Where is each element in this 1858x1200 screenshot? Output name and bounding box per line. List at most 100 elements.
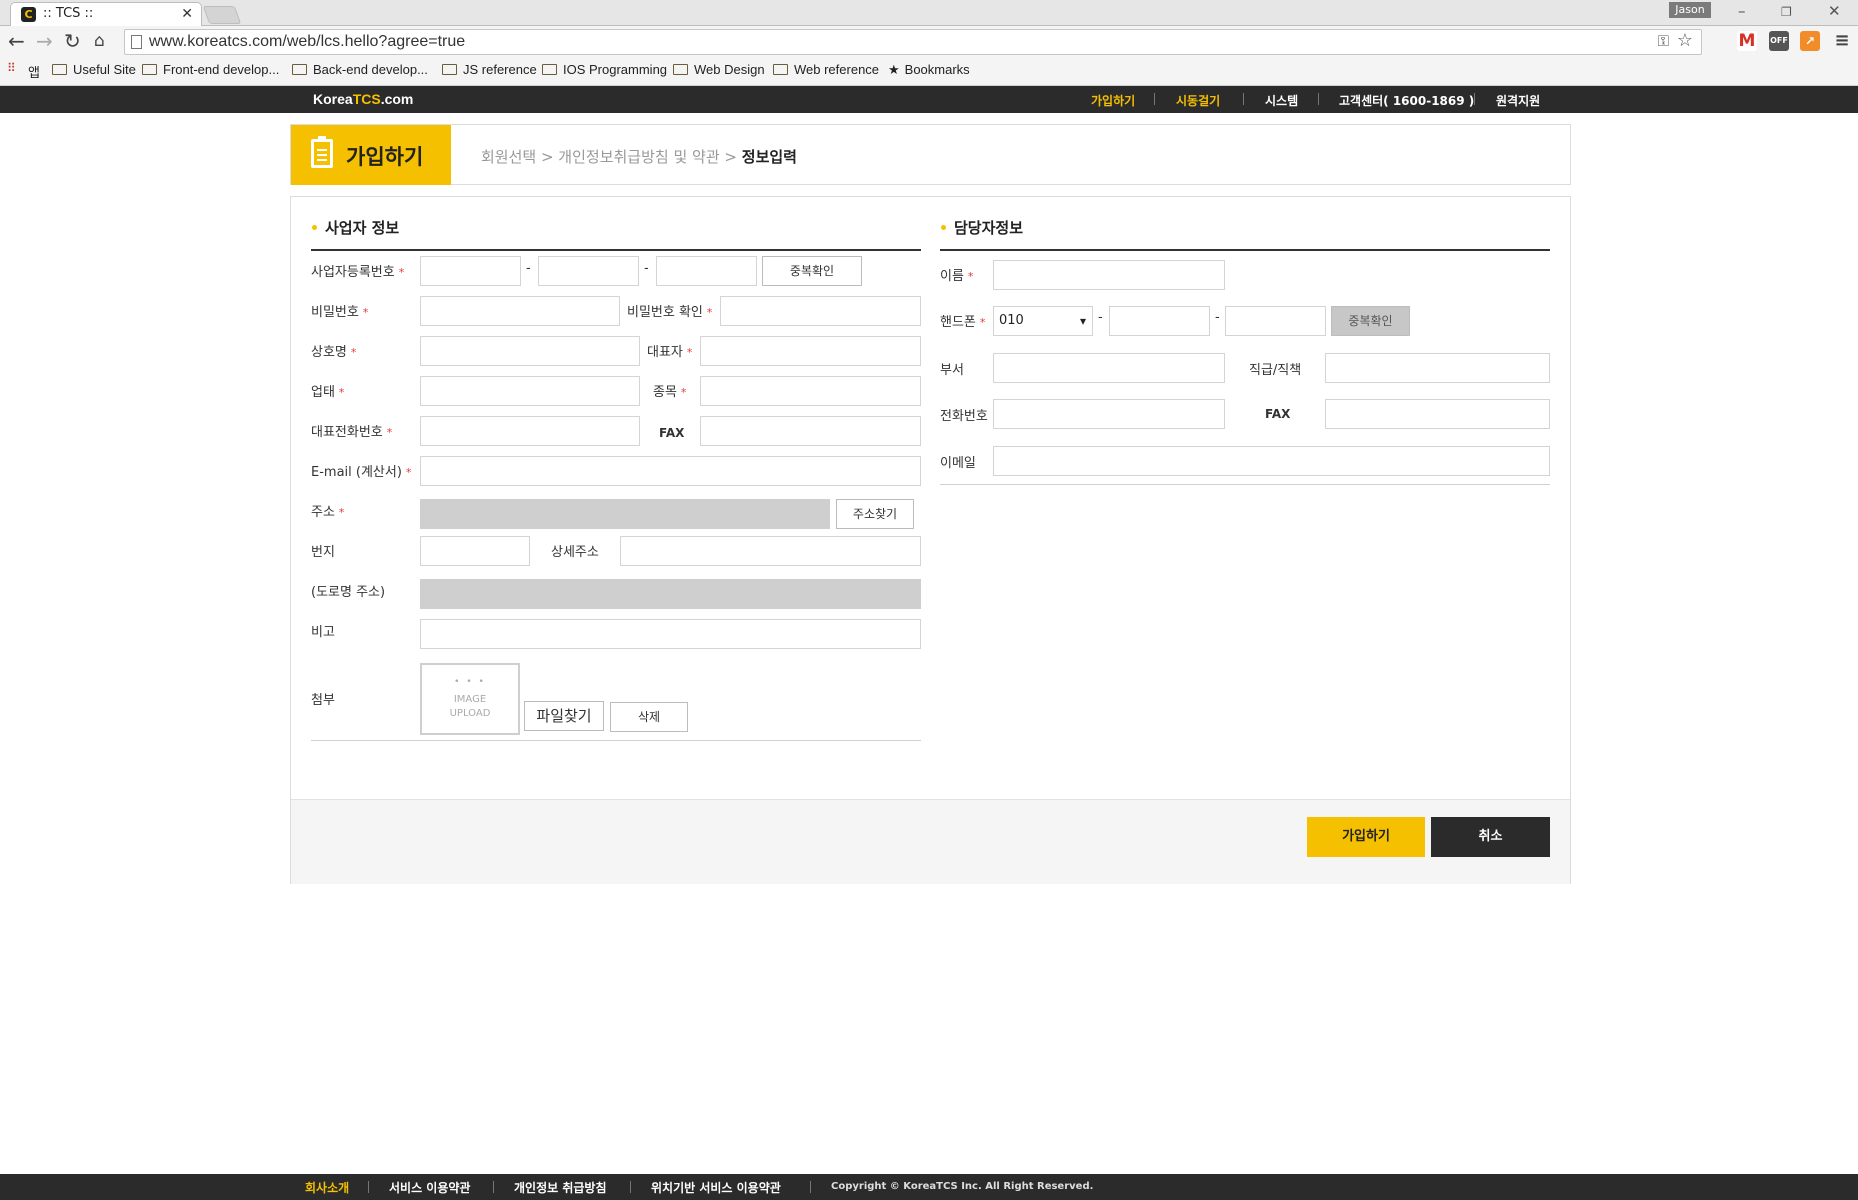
folder-icon xyxy=(52,64,67,75)
nav-remote-support[interactable]: 원격지원 xyxy=(1496,92,1540,109)
bookmark-front-end[interactable]: Front-end develop... xyxy=(142,62,279,77)
restore-icon[interactable]: ❐ xyxy=(1781,5,1792,19)
reload-icon[interactable]: ↻ xyxy=(64,29,81,53)
password-confirm-label: 비밀번호 확인 * xyxy=(627,305,713,320)
biz-item-label: 종목 * xyxy=(653,385,687,400)
new-tab-button[interactable] xyxy=(202,6,242,24)
address-search-button[interactable]: 주소찾기 xyxy=(836,499,914,529)
footer-link-privacy[interactable]: 개인정보 취급방침 xyxy=(514,1179,607,1196)
forward-icon[interactable]: → xyxy=(36,29,53,53)
breadcrumb-steps: 회원선택 > 개인정보취급방침 및 약관 > xyxy=(481,148,737,166)
close-tab-icon[interactable]: ✕ xyxy=(181,3,193,25)
profile-button[interactable]: Jason xyxy=(1669,2,1711,18)
address-bar[interactable]: www.koreatcs.com/web/lcs.hello?agree=tru… xyxy=(124,29,1702,55)
minimize-icon[interactable]: – xyxy=(1738,2,1746,20)
footer-link-terms[interactable]: 서비스 이용약관 xyxy=(389,1179,470,1196)
menu-icon[interactable]: ≡ xyxy=(1832,31,1852,51)
nav-divider xyxy=(1318,93,1319,105)
browser-tab[interactable]: C :: TCS :: ✕ xyxy=(10,2,202,26)
fax-label: FAX xyxy=(659,426,685,440)
footer-link-company[interactable]: 회사소개 xyxy=(305,1179,349,1196)
reg-no-field-1[interactable] xyxy=(420,256,521,286)
copyright: Copyright © KoreaTCS Inc. All Right Rese… xyxy=(831,1181,1094,1192)
mobile-last-input[interactable] xyxy=(1225,306,1326,336)
lot-input[interactable] xyxy=(420,536,530,566)
company-label: 상호명 * xyxy=(311,345,357,360)
nav-customer-center[interactable]: 고객센터( 1600-1869 ) xyxy=(1339,92,1474,109)
nav-start[interactable]: 시동걸기 xyxy=(1176,92,1220,109)
section-divider xyxy=(940,249,1550,251)
apps-label[interactable]: 앱 xyxy=(28,62,40,81)
reg-no-dup-check-button[interactable]: 중복확인 xyxy=(762,256,862,286)
company-input[interactable] xyxy=(420,336,640,366)
biz-type-label: 업태 * xyxy=(311,385,345,400)
browser-tab-bar: C :: TCS :: ✕ Jason – ❐ ✕ xyxy=(0,0,1858,26)
fax-input[interactable] xyxy=(700,416,921,446)
browser-toolbar: ← → ↻ ⌂ www.koreatcs.com/web/lcs.hello?a… xyxy=(0,26,1858,58)
bookmark-back-end[interactable]: Back-end develop... xyxy=(292,62,428,77)
address-detail-input[interactable] xyxy=(620,536,921,566)
bookmark-bookmarks[interactable]: ★ Bookmarks xyxy=(888,62,970,78)
manager-fax-input[interactable] xyxy=(1325,399,1550,429)
chart-extension-icon[interactable]: ↗ xyxy=(1800,31,1820,51)
nav-system[interactable]: 시스템 xyxy=(1265,92,1298,109)
signup-form: 사업자 정보 사업자등록번호 * - - 중복확인 비밀번호 * 비밀번호 확인 * … xyxy=(290,196,1571,884)
name-input[interactable] xyxy=(993,260,1225,290)
reg-no-label: 사업자등록번호 * xyxy=(311,265,405,280)
key-icon[interactable]: ⚿ xyxy=(1658,32,1669,50)
mobile-middle-input[interactable] xyxy=(1109,306,1210,336)
file-find-button[interactable]: 파일찾기 xyxy=(524,701,604,731)
folder-icon xyxy=(542,64,557,75)
section-bottom-divider xyxy=(311,740,921,741)
ceo-input[interactable] xyxy=(700,336,921,366)
manager-fax-label: FAX xyxy=(1265,407,1291,421)
apps-icon[interactable]: ⠿ xyxy=(7,61,16,75)
site-top-bar: KoreaTCS.com 가입하기 시동걸기 시스템 고객센터( 1600-18… xyxy=(0,86,1858,113)
email-input[interactable] xyxy=(420,456,921,486)
reg-no-field-2[interactable] xyxy=(538,256,639,286)
password-confirm-input[interactable] xyxy=(720,296,921,326)
file-delete-button[interactable]: 삭제 xyxy=(610,702,688,732)
biz-type-input[interactable] xyxy=(420,376,640,406)
footer-divider xyxy=(810,1181,811,1193)
dash: - xyxy=(644,261,649,276)
bookmark-useful-site[interactable]: Useful Site xyxy=(52,62,136,77)
bookmark-web-design[interactable]: Web Design xyxy=(673,62,765,77)
close-window-icon[interactable]: ✕ xyxy=(1828,2,1841,20)
note-input[interactable] xyxy=(420,619,921,649)
road-address-label: (도로명 주소) xyxy=(311,585,386,600)
address-input[interactable] xyxy=(420,499,830,529)
back-icon[interactable]: ← xyxy=(8,29,25,53)
dept-label: 부서 xyxy=(940,363,964,378)
nav-divider xyxy=(1154,93,1155,105)
bookmark-web-reference[interactable]: Web reference xyxy=(773,62,879,77)
gmail-icon[interactable]: M xyxy=(1737,31,1757,51)
home-icon[interactable]: ⌂ xyxy=(94,31,105,51)
manager-email-input[interactable] xyxy=(993,446,1550,476)
off-extension-icon[interactable]: OFF xyxy=(1769,31,1789,51)
dept-input[interactable] xyxy=(993,353,1225,383)
position-input[interactable] xyxy=(1325,353,1550,383)
submit-button[interactable]: 가입하기 xyxy=(1307,817,1425,857)
manager-phone-input[interactable] xyxy=(993,399,1225,429)
site-footer: 회사소개 서비스 이용약관 개인정보 취급방침 위치기반 서비스 이용약관 Co… xyxy=(0,1174,1858,1200)
nav-signup[interactable]: 가입하기 xyxy=(1091,92,1135,109)
bookmark-ios-programming[interactable]: IOS Programming xyxy=(542,62,667,77)
mobile-dup-check-button[interactable]: 중복확인 xyxy=(1331,306,1410,336)
phone-input[interactable] xyxy=(420,416,640,446)
footer-link-location-terms[interactable]: 위치기반 서비스 이용약관 xyxy=(651,1179,781,1196)
site-logo[interactable]: KoreaTCS.com xyxy=(313,91,413,107)
form-actions: 가입하기 취소 xyxy=(291,799,1570,884)
mobile-prefix-select[interactable]: 010 xyxy=(993,306,1093,336)
phone-label: 대표전화번호 * xyxy=(311,425,393,440)
password-input[interactable] xyxy=(420,296,620,326)
clipboard-icon xyxy=(311,136,333,168)
biz-item-input[interactable] xyxy=(700,376,921,406)
bookmark-star-icon[interactable]: ☆ xyxy=(1677,30,1693,51)
road-address-input[interactable] xyxy=(420,579,921,609)
bookmark-js-reference[interactable]: JS reference xyxy=(442,62,537,77)
url-text: www.koreatcs.com/web/lcs.hello?agree=tru… xyxy=(149,33,466,50)
image-upload-box[interactable]: • • • IMAGE UPLOAD xyxy=(420,663,520,735)
reg-no-field-3[interactable] xyxy=(656,256,757,286)
cancel-button[interactable]: 취소 xyxy=(1431,817,1550,857)
